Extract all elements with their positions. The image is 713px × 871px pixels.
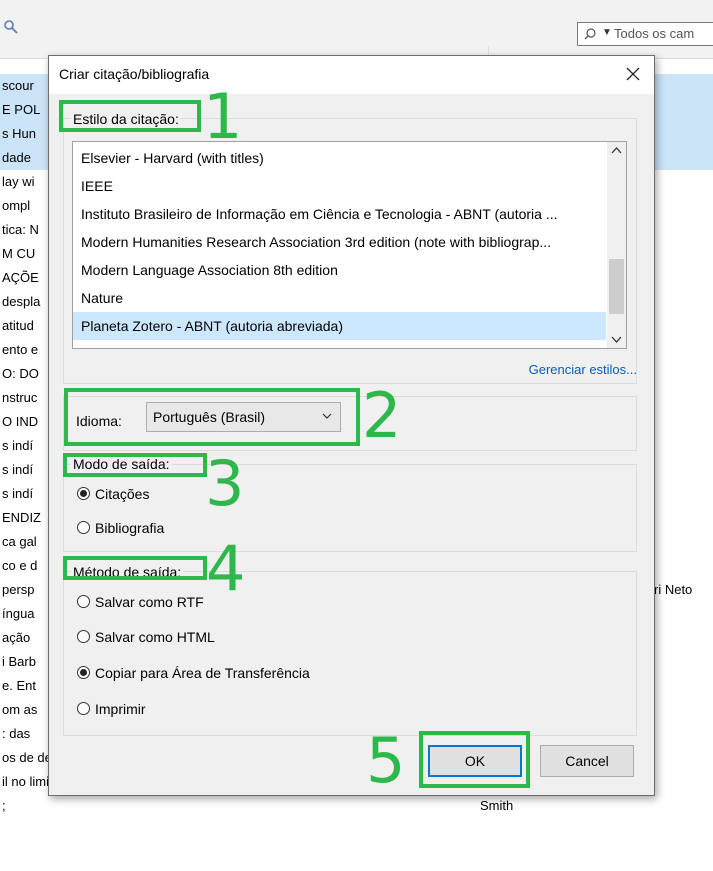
annotation-number-1: 1 — [203, 80, 243, 153]
search-mode-dropdown-icon[interactable]: ▼ — [602, 27, 612, 38]
output-method-option-label: Salvar como RTF — [95, 594, 204, 610]
annotation-number-5: 5 — [366, 724, 406, 797]
output-method-option-label: Imprimir — [95, 701, 146, 717]
close-button[interactable] — [620, 61, 646, 87]
scrollbar-thumb[interactable] — [609, 259, 624, 314]
citation-style-legend: Estilo da citação: — [71, 111, 181, 127]
cancel-button[interactable]: Cancel — [540, 745, 634, 777]
scroll-up-arrow-icon[interactable] — [607, 142, 626, 159]
radio-indicator-icon[interactable] — [77, 521, 90, 534]
manage-styles-link[interactable]: Gerenciar estilos... — [529, 362, 637, 377]
cell-title: om as — [2, 702, 38, 717]
cell-title: ação — [2, 630, 31, 645]
cell-extra: ri Neto — [654, 582, 693, 597]
search-placeholder: Todos os cam — [614, 26, 695, 41]
radio-indicator-icon[interactable] — [77, 666, 90, 679]
create-citation-dialog: Criar citação/bibliografia Estilo da cit… — [48, 55, 655, 796]
cell-title: ; — [2, 798, 6, 813]
cell-title: ENDIZ — [2, 510, 41, 525]
cell-title: s indí — [2, 438, 34, 453]
cell-creator: Smith — [480, 798, 514, 813]
cell-title: i Barb — [2, 654, 36, 669]
output-mode-group — [63, 464, 637, 552]
close-icon — [626, 67, 640, 81]
cell-title: s indí — [2, 462, 34, 477]
background-toolbar: ▼ Todos os cam — [0, 0, 713, 59]
cell-title: ompl — [2, 198, 31, 213]
cell-title: s Hun — [2, 126, 36, 141]
output-method-legend: Método de saída: — [71, 564, 184, 580]
cell-title: AÇÕE — [2, 270, 39, 285]
table-row[interactable]: ; Smith — [0, 794, 713, 818]
annotation-number-4: 4 — [206, 532, 246, 605]
radio-indicator-icon[interactable] — [77, 630, 90, 643]
cell-title: E POL — [2, 102, 41, 117]
style-list-item[interactable]: Nature — [73, 284, 606, 312]
radio-indicator-icon[interactable] — [77, 487, 90, 500]
cell-title: atitud — [2, 318, 34, 333]
style-list-item[interactable]: Modern Language Association 8th edition — [73, 256, 606, 284]
output-method-option-label: Salvar como HTML — [95, 629, 215, 645]
output-mode-option-label: Citações — [95, 486, 150, 502]
dialog-titlebar: Criar citação/bibliografia — [49, 56, 654, 94]
output-mode-option-label: Bibliografia — [95, 520, 165, 536]
cell-title: O: DO — [2, 366, 39, 381]
search-input[interactable]: ▼ Todos os cam — [577, 22, 713, 46]
language-label: Idioma: — [76, 413, 122, 429]
cell-title: e. Ent — [2, 678, 36, 693]
search-icon — [584, 28, 596, 40]
output-mode-legend: Modo de saída: — [71, 456, 172, 472]
citation-style-list[interactable]: Elsevier - Harvard (with titles) IEEE Inst… — [72, 141, 627, 349]
style-list-item[interactable]: Modern Humanities Research Association 3… — [73, 228, 606, 256]
cell-title: s indí — [2, 486, 34, 501]
style-list-item[interactable]: Elsevier - Harvard (with titles) — [73, 144, 606, 172]
annotation-number-3: 3 — [205, 447, 245, 520]
chevron-down-icon — [322, 413, 332, 419]
style-list-scrollbar[interactable] — [607, 142, 626, 348]
language-value: Português (Brasil) — [153, 409, 266, 425]
cell-title: despla — [2, 294, 41, 309]
radio-indicator-icon[interactable] — [77, 595, 90, 608]
scroll-down-arrow-icon[interactable] — [607, 331, 626, 348]
style-list-item[interactable]: Instituto Brasileiro de Informação em Ci… — [73, 200, 606, 228]
ok-button[interactable]: OK — [428, 745, 522, 777]
cell-title: M CU — [2, 246, 36, 261]
output-method-option-label: Copiar para Área de Transferência — [95, 665, 310, 681]
cell-title: lay wi — [2, 174, 35, 189]
style-list-item[interactable]: IEEE — [73, 172, 606, 200]
cell-title: co e d — [2, 558, 38, 573]
cell-title: ca gal — [2, 534, 37, 549]
cell-title: dade — [2, 150, 31, 165]
cell-title: : das — [2, 726, 31, 741]
cell-title: O IND — [2, 414, 39, 429]
dialog-title: Criar citação/bibliografia — [59, 66, 210, 82]
cell-title: persp — [2, 582, 35, 597]
cell-title: tica: N — [2, 222, 39, 237]
search-icon — [4, 20, 18, 34]
radio-indicator-icon[interactable] — [77, 702, 90, 715]
cell-title: ento e — [2, 342, 39, 357]
style-list-item[interactable]: Planeta Zotero - ABNT (autoria abreviada… — [73, 312, 606, 340]
style-list-item[interactable]: Universidade de São Paulo - Escola de Co… — [73, 340, 606, 348]
cell-title: íngua — [2, 606, 35, 621]
annotation-number-2: 2 — [362, 379, 402, 452]
language-select[interactable]: Português (Brasil) — [146, 402, 341, 432]
cell-title: scour — [2, 78, 34, 93]
cell-title: nstruc — [2, 390, 38, 405]
